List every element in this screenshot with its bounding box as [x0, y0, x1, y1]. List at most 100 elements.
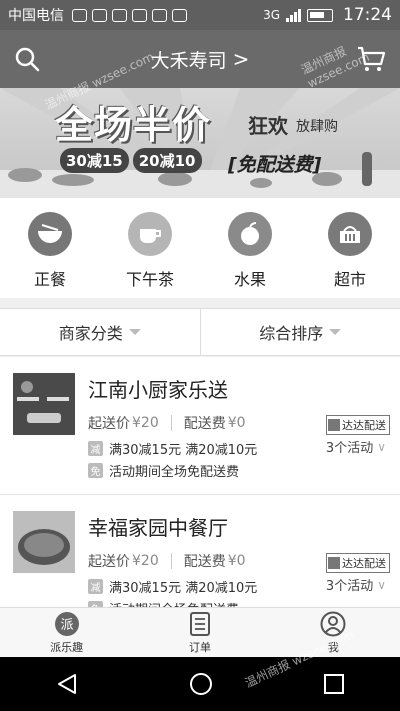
activity-row: 减 满30减15元 满20减10元 [88, 577, 257, 596]
nav-label: 我 [327, 640, 339, 654]
message-icon [132, 8, 147, 22]
free-icon: 免 [88, 463, 103, 478]
dropdown-arrow-icon [128, 329, 141, 335]
nav-item-home[interactable]: 派 派乐趣 [0, 608, 133, 657]
delivery-fee-value: ¥0 [227, 553, 246, 569]
nav-label: 订单 [188, 640, 211, 654]
banner-title: 全场半价 [55, 103, 212, 147]
app-icon [152, 8, 167, 22]
food-image [250, 178, 272, 188]
category-label: 正餐 [33, 270, 66, 289]
basket-icon [328, 212, 372, 256]
divider [170, 553, 172, 569]
pai-logo-icon: 派 [54, 611, 79, 636]
svg-text:派: 派 [60, 618, 73, 633]
cart-icon[interactable] [356, 45, 386, 73]
store-meta: 起送价 ¥20 配送费 ¥0 [88, 551, 246, 571]
battery-icon [307, 8, 333, 22]
category-filter-label: 商家分类 [58, 324, 123, 343]
store-list: 江南小厨家乐送 起送价 ¥20 配送费 ¥0 达达配送 减 满30减15元 满2… [0, 357, 400, 607]
promo-banner[interactable]: 全场半价 狂欢 放肆购 30减15 20减10 [免配送费] [0, 88, 400, 198]
food-image [8, 168, 42, 182]
profile-icon [320, 611, 346, 636]
clock: 17:24 [343, 5, 392, 25]
banner-tags: 30减15 20减10 [60, 148, 202, 173]
category-item-fruit[interactable]: 水果 [210, 212, 290, 298]
nav-item-profile[interactable]: 我 [267, 608, 400, 657]
store-name: 江南小厨家乐送 [88, 378, 228, 402]
category-item-afternoon-tea[interactable]: 下午茶 [110, 212, 190, 298]
status-bar: 中国电信 3G 17:24 [0, 0, 400, 30]
sort-order-label: 综合排序 [259, 324, 324, 343]
activity-text: 活动期间全场免配送费 [109, 599, 239, 607]
min-order-label: 起送价 [88, 416, 130, 432]
wechat-icon [112, 8, 127, 22]
delivery-badge: 达达配送 [326, 553, 390, 573]
category-filter-dropdown[interactable]: 商家分类 [0, 309, 200, 355]
delivery-icon [328, 557, 340, 569]
category-item-supermarket[interactable]: 超市 [310, 212, 390, 298]
back-icon[interactable] [55, 672, 79, 696]
teacup-icon [128, 212, 172, 256]
sort-order-dropdown[interactable]: 综合排序 [199, 309, 400, 355]
bottle-image [362, 152, 372, 186]
activity-count[interactable]: 3个活动 ∨ [325, 437, 386, 457]
free-delivery-tag: [免配送费] [228, 154, 322, 176]
filter-bar: 商家分类 综合排序 [0, 308, 400, 356]
discount-icon: 减 [88, 579, 103, 594]
food-image [158, 172, 192, 186]
category-item-main-meal[interactable]: 正餐 [10, 212, 90, 298]
app-header: 大禾寿司 > [0, 30, 400, 88]
category-row: 正餐 下午茶 水果 超市 [0, 198, 400, 298]
notification-icons [72, 8, 187, 22]
store-name: 幸福家园中餐厅 [88, 516, 228, 540]
chevron-down-icon: ∨ [377, 577, 386, 592]
carrier-name: 中国电信 [8, 8, 64, 24]
category-label: 下午茶 [125, 270, 174, 289]
store-meta: 起送价 ¥20 配送费 ¥0 [88, 413, 246, 433]
delivery-fee-label: 配送费 [183, 554, 226, 570]
store-title[interactable]: 大禾寿司 [151, 46, 227, 73]
store-logo [13, 373, 75, 435]
min-order-label: 起送价 [88, 554, 130, 570]
chevron-down-icon: ∨ [377, 439, 386, 454]
discount-tag: 30减15 [60, 148, 129, 173]
food-image [52, 174, 94, 186]
activity-count-label: 3个活动 [325, 441, 374, 456]
notification-icon [72, 8, 87, 22]
category-label: 超市 [333, 270, 366, 289]
category-label: 水果 [233, 270, 266, 289]
delivery-badge: 达达配送 [326, 415, 390, 435]
activity-count-label: 3个活动 [325, 579, 374, 594]
divider [170, 415, 172, 431]
discount-icon: 减 [88, 441, 103, 456]
activity-count[interactable]: 3个活动 ∨ [325, 575, 386, 595]
chevron-right-icon[interactable]: > [233, 47, 250, 71]
activity-row: 免 活动期间全场免配送费 [88, 599, 239, 607]
store-card[interactable]: 江南小厨家乐送 起送价 ¥20 配送费 ¥0 达达配送 减 满30减15元 满2… [0, 357, 400, 495]
min-order-value: ¥20 [132, 553, 159, 569]
nav-item-orders[interactable]: 订单 [133, 608, 266, 657]
activity-row: 免 活动期间全场免配送费 [88, 461, 239, 480]
delivery-icon [328, 419, 340, 431]
delivery-badge-label: 达达配送 [342, 557, 386, 570]
order-list-icon [189, 611, 210, 636]
discount-tag: 20减10 [132, 148, 202, 173]
activity-text: 满30减15元 满20减10元 [109, 581, 258, 596]
recents-icon[interactable] [323, 673, 345, 695]
activity-text: 满30减15元 满20减10元 [109, 443, 258, 458]
nav-label: 派乐趣 [50, 640, 84, 654]
network-type: 3G [263, 8, 280, 22]
min-order-value: ¥20 [132, 415, 159, 431]
signal-icon [286, 8, 301, 22]
search-icon[interactable] [14, 46, 40, 72]
activity-text: 活动期间全场免配送费 [109, 465, 240, 480]
store-logo [13, 511, 75, 573]
delivery-fee-value: ¥0 [227, 415, 246, 431]
store-card[interactable]: 幸福家园中餐厅 起送价 ¥20 配送费 ¥0 达达配送 减 满30减15元 满2… [0, 495, 400, 607]
app-icon [172, 8, 187, 22]
wechat-icon [92, 8, 107, 22]
activity-row: 减 满30减15元 满20减10元 [88, 439, 257, 458]
home-icon[interactable] [189, 672, 213, 696]
delivery-fee-label: 配送费 [183, 416, 226, 432]
